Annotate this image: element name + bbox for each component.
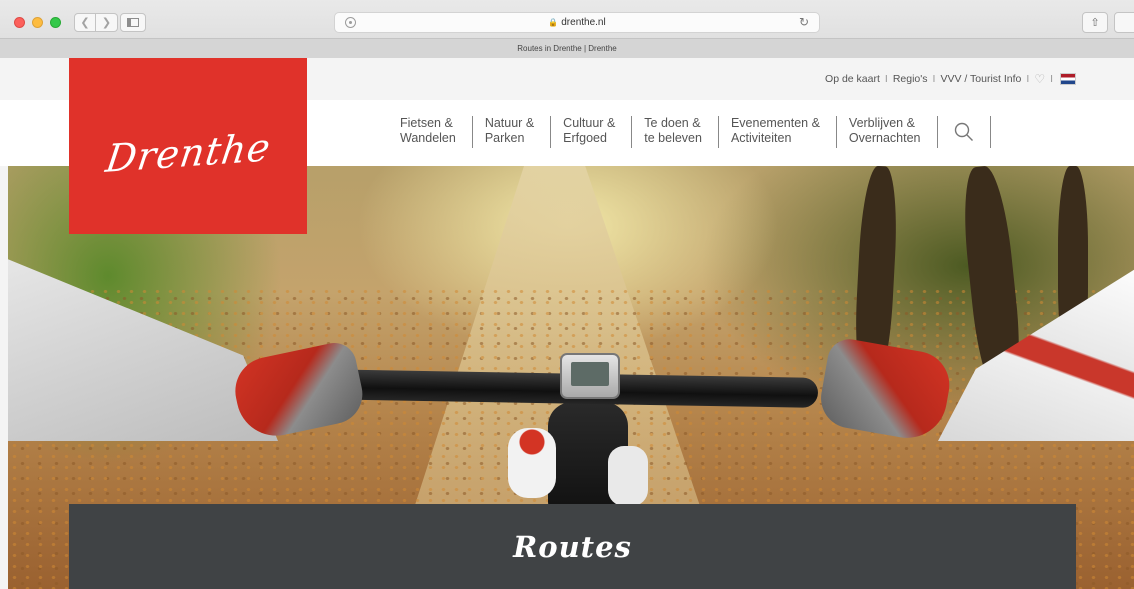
url-text: drenthe.nl (561, 17, 606, 28)
link-regios[interactable]: Regio's (893, 73, 928, 85)
tab-bar: Routes in Drenthe | Drenthe (0, 38, 1134, 58)
nav-item-natuur-parken[interactable]: Natuur & Parken (473, 116, 552, 148)
sidebar-toggle-button[interactable] (120, 13, 146, 32)
minimize-window-button[interactable] (32, 17, 43, 28)
bike-fork (508, 428, 556, 498)
nav-item-evenementen-activiteiten[interactable]: Evenementen & Activiteiten (719, 116, 837, 148)
link-vvv-tourist-info[interactable]: VVV / Tourist Info (940, 73, 1021, 85)
drenthe-logo[interactable]: Drenthe (69, 58, 307, 234)
zoom-window-button[interactable] (50, 17, 61, 28)
heart-icon[interactable]: ♡ (1034, 72, 1045, 86)
nav-item-fietsen-wandelen[interactable]: Fietsen & Wandelen (388, 116, 473, 148)
history-buttons: ❮ ❯ (74, 13, 118, 32)
share-icon: ⇧ (1090, 17, 1100, 29)
back-button[interactable]: ❮ (74, 13, 96, 32)
reload-icon[interactable]: ↻ (799, 15, 809, 29)
separator: I (932, 73, 936, 85)
show-tabs-button[interactable] (1114, 12, 1134, 33)
site-settings-icon[interactable] (345, 17, 356, 28)
separator: I (1050, 73, 1053, 85)
nav-item-verblijven-overnachten[interactable]: Verblijven & Overnachten (837, 116, 938, 148)
logo-text: Drenthe (102, 124, 274, 182)
search-icon (954, 122, 973, 141)
dutch-flag-icon[interactable] (1060, 73, 1076, 85)
sidebar-icon (127, 18, 139, 27)
active-tab-title[interactable]: Routes in Drenthe | Drenthe (517, 44, 616, 53)
lock-icon: 🔒 (548, 18, 559, 27)
nav-item-cultuur-erfgoed[interactable]: Cultuur & Erfgoed (551, 116, 633, 148)
share-button[interactable]: ⇧ (1082, 12, 1108, 33)
separator: I (884, 73, 888, 85)
window-controls (14, 17, 61, 28)
chevron-right-icon: ❯ (101, 17, 112, 29)
separator: I (1026, 73, 1030, 85)
nav-items: Fietsen & Wandelen Natuur & Parken Cultu… (388, 116, 991, 150)
web-page: Op de kaart I Regio's I VVV / Tourist In… (0, 58, 1134, 589)
page-title-banner: Routes (69, 504, 1076, 589)
nav-item-te-doen-te-beleven[interactable]: Te doen & te beleven (632, 116, 719, 148)
link-op-de-kaart[interactable]: Op de kaart (825, 73, 880, 85)
address-bar[interactable]: 🔒 drenthe.nl ↻ (334, 12, 820, 33)
browser-chrome: ❮ ❯ 🔒 drenthe.nl ↻ ⇧ Routes in Drenthe |… (0, 0, 1134, 58)
bike-computer (560, 353, 620, 399)
top-links: Op de kaart I Regio's I VVV / Tourist In… (825, 72, 1076, 86)
forward-button[interactable]: ❯ (96, 13, 118, 32)
search-button[interactable] (938, 116, 991, 148)
page-title: Routes (513, 530, 632, 564)
close-window-button[interactable] (14, 17, 25, 28)
chevron-left-icon: ❮ (80, 17, 90, 29)
bike-fork (608, 446, 648, 506)
